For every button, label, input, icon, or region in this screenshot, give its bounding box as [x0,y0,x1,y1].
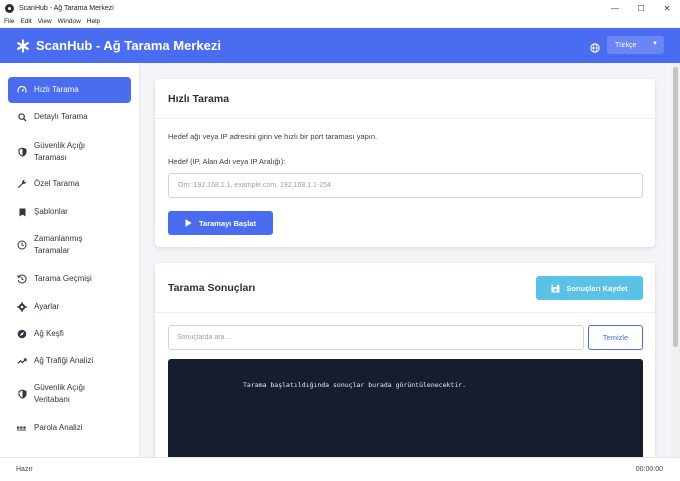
language-select[interactable]: Türkçe ▼ [607,36,664,54]
app-icon [5,3,14,13]
quick-scan-card: Hızlı Tarama Hedef ağı veya IP adresini … [155,79,655,247]
sidebar-item-label: Detaylı Tarama [34,112,88,121]
sidebar-item-label: Zamanlanmış Taramalar [34,234,83,255]
sidebar-item-templates[interactable]: Şablonlar [8,205,131,219]
sidebar-item-label: Ağ Keşfi [34,329,64,338]
app-title: ScanHub - Ağ Tarama Merkezi [36,38,221,53]
console-message: Tarama başlatıldığında sonuçlar burada g… [243,381,467,389]
main-content: Hızlı Tarama Hedef ağı veya IP adresini … [141,63,671,457]
asterisk-logo-icon [16,38,30,53]
sidebar-item-scan-history[interactable]: Tarama Geçmişi [8,272,131,286]
status-timer: 00:00:00 [635,466,663,473]
close-button[interactable]: ✕ [654,0,680,16]
sidebar-item-vulnerability-scan[interactable]: Güvenlik Açığı Taraması [8,139,131,165]
status-bar: Hazır 00:00:00 [0,457,680,481]
maximize-button[interactable]: ☐ [628,0,654,16]
language-select-value: Türkçe [615,41,637,49]
bookmark-icon [17,207,27,217]
sidebar-item-label: Güvenlik Açığı Veritabanı [34,383,86,404]
sidebar-item-label: Ağ Trafiği Analizi [34,356,94,365]
sidebar-item-label: Tarama Geçmişi [34,274,92,283]
menu-bar: File Edit View Window Help [0,16,680,27]
search-icon [17,112,27,122]
quick-scan-description: Hedef ağı veya IP adresini girin ve hızl… [168,132,378,141]
sidebar-item-detailed-scan[interactable]: Detaylı Tarama [8,110,131,124]
sidebar-item-custom-scan[interactable]: Özel Tarama [8,177,131,191]
chevron-down-icon: ▼ [652,41,658,47]
password-icon [17,423,27,433]
target-label: Hedef (IP, Alan Adı veya IP Aralığı): [168,157,286,166]
sidebar-item-vulnerability-database[interactable]: Güvenlik Açığı Veritabanı [8,381,131,407]
app-header: ScanHub - Ağ Tarama Merkezi Türkçe ▼ [0,28,680,63]
start-scan-button[interactable]: Taramayı Başlat [168,211,273,235]
sidebar-item-scheduled-scans[interactable]: Zamanlanmış Taramalar [8,232,131,258]
chart-line-icon [17,356,27,366]
start-scan-label: Taramayı Başlat [199,218,256,228]
sidebar-item-settings[interactable]: Ayarlar [8,300,131,314]
sidebar-item-traffic-analysis[interactable]: Ağ Trafiği Analizi [8,354,131,368]
results-search-input[interactable] [168,325,584,350]
gauge-icon [17,85,27,95]
scan-results-card: Tarama Sonuçları Sonuçları Kaydet Temizl… [155,263,655,457]
wrench-icon [17,179,27,189]
window-controls: — ☐ ✕ [602,0,680,16]
sidebar-item-label: Parola Analizi [34,423,83,432]
sidebar-item-label: Güvenlik Açığı Taraması [34,141,86,162]
sidebar-item-label: Şablonlar [34,207,68,216]
sidebar-item-network-discovery[interactable]: Ağ Keşfi [8,327,131,341]
sidebar-item-password-analysis[interactable]: Parola Analizi [8,421,131,435]
shield-icon [17,389,27,399]
scrollbar-thumb[interactable] [673,67,678,347]
sidebar-item-quick-scan[interactable]: Hızlı Tarama [8,77,131,103]
target-input[interactable] [168,173,643,198]
compass-icon [17,329,27,339]
globe-icon [590,40,600,53]
floppy-disk-icon [551,284,560,293]
window-titlebar: ScanHub - Ağ Tarama Merkezi — ☐ ✕ [0,0,680,16]
menu-window[interactable]: Window [58,18,81,25]
sidebar-item-label: Ayarlar [34,302,60,311]
play-icon [185,219,193,227]
menu-help[interactable]: Help [87,18,100,25]
shield-icon [17,147,27,157]
results-console: Tarama başlatıldığında sonuçlar burada g… [168,359,643,457]
main-scrollbar[interactable] [671,63,680,457]
status-text: Hazır [16,466,33,473]
sidebar-item-label: Özel Tarama [34,179,80,188]
save-results-button[interactable]: Sonuçları Kaydet [536,276,643,300]
window-title: ScanHub - Ağ Tarama Merkezi [19,4,114,12]
minimize-button[interactable]: — [602,0,628,16]
sidebar-item-label: Hızlı Tarama [34,85,79,94]
history-icon [17,274,27,284]
sidebar: Hızlı Tarama Detaylı Tarama Güvenlik Açı… [0,63,140,457]
clear-button[interactable]: Temizle [588,325,643,350]
menu-file[interactable]: File [4,18,14,25]
clock-icon [17,240,27,250]
gear-icon [17,302,27,312]
save-results-label: Sonuçları Kaydet [566,283,628,293]
menu-view[interactable]: View [38,18,52,25]
menu-edit[interactable]: Edit [20,18,31,25]
quick-scan-title: Hızlı Tarama [155,79,655,119]
